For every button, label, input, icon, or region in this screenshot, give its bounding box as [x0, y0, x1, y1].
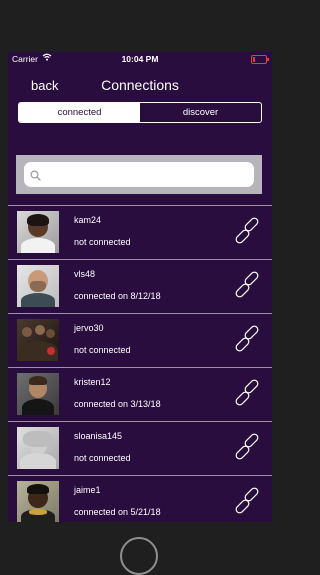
connections-list: kam24 not connected vls48 connected on 8…	[8, 205, 272, 522]
battery-level	[253, 57, 255, 62]
list-item[interactable]: kristen12 connected on 3/13/18	[8, 367, 272, 421]
username: jaime1	[74, 485, 101, 495]
avatar	[17, 265, 59, 307]
link-icon[interactable]	[234, 268, 264, 302]
avatar	[17, 211, 59, 253]
tab-discover[interactable]: discover	[140, 103, 261, 122]
connection-status: connected on 3/13/18	[74, 399, 161, 409]
connection-status: not connected	[74, 453, 131, 463]
device-bezel-top	[0, 0, 284, 52]
link-icon[interactable]	[234, 376, 264, 410]
link-icon[interactable]	[234, 484, 264, 518]
link-icon[interactable]	[234, 430, 264, 464]
list-item[interactable]: kam24 not connected	[8, 205, 272, 259]
search-input[interactable]	[46, 166, 250, 185]
home-button[interactable]	[120, 537, 158, 575]
connection-status: connected on 5/21/18	[74, 507, 161, 517]
avatar	[17, 319, 59, 361]
app-screen: Carrier 10:04 PM back Connections connec…	[8, 52, 272, 522]
battery-icon	[251, 55, 269, 64]
navigation-bar: back Connections	[8, 74, 272, 98]
username: vls48	[74, 269, 96, 279]
username: jervo30	[74, 323, 104, 333]
link-icon[interactable]	[234, 322, 264, 356]
connection-status: connected on 8/12/18	[74, 291, 161, 301]
tab-connected[interactable]: connected	[19, 103, 140, 122]
username: sloanisa145	[74, 431, 123, 441]
search-bar	[16, 155, 262, 194]
link-icon[interactable]	[234, 214, 264, 248]
avatar	[17, 427, 59, 469]
search-field[interactable]	[24, 162, 254, 187]
search-icon	[30, 168, 41, 186]
username: kam24	[74, 215, 102, 225]
avatar	[17, 373, 59, 415]
avatar	[17, 481, 59, 522]
clock: 10:04 PM	[121, 54, 159, 64]
list-item[interactable]: jervo30 not connected	[8, 313, 272, 367]
status-bar: Carrier 10:04 PM	[8, 52, 272, 68]
connection-status: not connected	[74, 345, 131, 355]
segmented-control: connected discover	[18, 102, 262, 123]
list-item[interactable]: vls48 connected on 8/12/18	[8, 259, 272, 313]
page-title: Connections	[101, 77, 179, 93]
username: kristen12	[74, 377, 111, 387]
connection-status: not connected	[74, 237, 131, 247]
list-item[interactable]: sloanisa145 not connected	[8, 421, 272, 475]
list-item[interactable]: jaime1 connected on 5/21/18	[8, 475, 272, 522]
